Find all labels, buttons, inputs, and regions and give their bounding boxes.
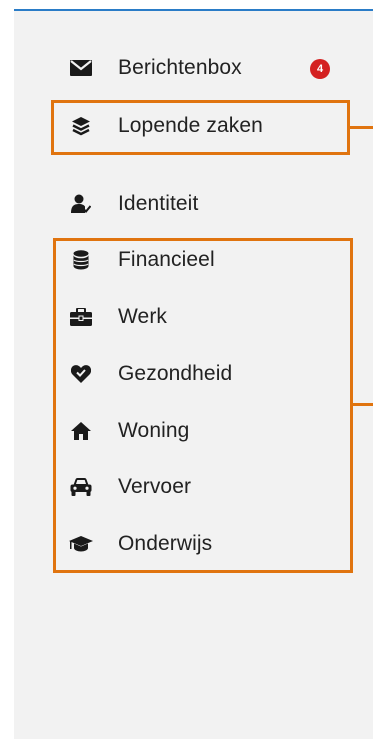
menu-item-berichtenbox[interactable]: Berichtenbox	[54, 48, 242, 88]
user-check-icon	[66, 194, 96, 214]
unread-count-badge: 4	[310, 59, 330, 79]
highlight-connector-line	[353, 403, 373, 406]
envelope-icon	[66, 60, 96, 76]
menu-item-identiteit[interactable]: Identiteit	[54, 184, 198, 224]
highlight-box-lopende-zaken	[51, 100, 350, 155]
menu-item-label: Identiteit	[118, 192, 199, 215]
highlight-connector-line	[350, 126, 373, 129]
highlight-box-categories	[53, 238, 353, 573]
menu-item-label: Berichtenbox	[118, 56, 242, 79]
